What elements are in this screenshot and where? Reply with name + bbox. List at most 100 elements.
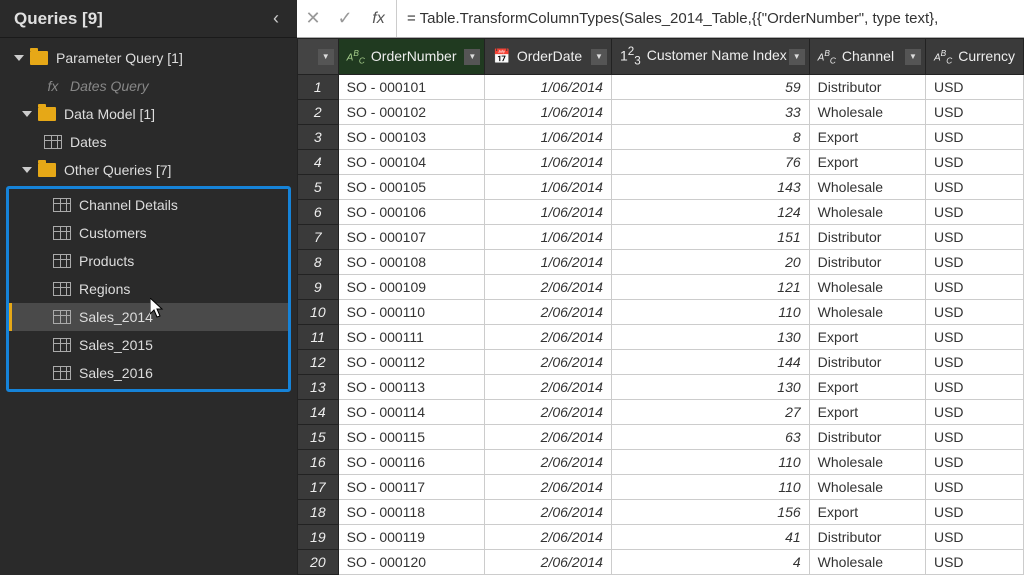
- cell-customer-index[interactable]: 20: [611, 250, 809, 275]
- table-row[interactable]: 2SO - 0001021/06/201433WholesaleUSD: [298, 100, 1024, 125]
- cell-order-number[interactable]: SO - 000111: [338, 325, 485, 350]
- cell-customer-index[interactable]: 8: [611, 125, 809, 150]
- query-products[interactable]: Products: [9, 247, 288, 275]
- group-parameter-query[interactable]: Parameter Query [1]: [0, 44, 297, 72]
- dropdown-icon[interactable]: ▼: [591, 49, 607, 65]
- cell-order-number[interactable]: SO - 000113: [338, 375, 485, 400]
- row-number[interactable]: 6: [298, 200, 339, 225]
- cell-currency[interactable]: USD: [925, 400, 1023, 425]
- row-number[interactable]: 16: [298, 450, 339, 475]
- cell-order-number[interactable]: SO - 000109: [338, 275, 485, 300]
- col-currency[interactable]: ABCCurrency: [925, 39, 1023, 75]
- cell-order-number[interactable]: SO - 000103: [338, 125, 485, 150]
- query-dates[interactable]: Dates: [0, 128, 297, 156]
- col-channel[interactable]: ABCChannel▼: [809, 39, 925, 75]
- table-row[interactable]: 1SO - 0001011/06/201459DistributorUSD: [298, 75, 1024, 100]
- table-row[interactable]: 13SO - 0001132/06/2014130ExportUSD: [298, 375, 1024, 400]
- cell-customer-index[interactable]: 156: [611, 500, 809, 525]
- cell-customer-index[interactable]: 76: [611, 150, 809, 175]
- table-row[interactable]: 17SO - 0001172/06/2014110WholesaleUSD: [298, 475, 1024, 500]
- cell-customer-index[interactable]: 124: [611, 200, 809, 225]
- table-row[interactable]: 18SO - 0001182/06/2014156ExportUSD: [298, 500, 1024, 525]
- cell-order-date[interactable]: 2/06/2014: [485, 550, 612, 575]
- cell-order-date[interactable]: 1/06/2014: [485, 200, 612, 225]
- cell-channel[interactable]: Distributor: [809, 350, 925, 375]
- row-number[interactable]: 17: [298, 475, 339, 500]
- table-row[interactable]: 20SO - 0001202/06/20144WholesaleUSD: [298, 550, 1024, 575]
- dropdown-icon[interactable]: ▼: [905, 49, 921, 65]
- cell-order-number[interactable]: SO - 000117: [338, 475, 485, 500]
- row-number[interactable]: 2: [298, 100, 339, 125]
- cell-customer-index[interactable]: 110: [611, 450, 809, 475]
- table-row[interactable]: 3SO - 0001031/06/20148ExportUSD: [298, 125, 1024, 150]
- cell-customer-index[interactable]: 59: [611, 75, 809, 100]
- row-header-corner[interactable]: ▼: [298, 39, 339, 75]
- table-row[interactable]: 10SO - 0001102/06/2014110WholesaleUSD: [298, 300, 1024, 325]
- cell-order-date[interactable]: 2/06/2014: [485, 500, 612, 525]
- row-number[interactable]: 1: [298, 75, 339, 100]
- cell-order-date[interactable]: 2/06/2014: [485, 425, 612, 450]
- row-number[interactable]: 19: [298, 525, 339, 550]
- group-data-model[interactable]: Data Model [1]: [0, 100, 297, 128]
- row-number[interactable]: 13: [298, 375, 339, 400]
- row-number[interactable]: 7: [298, 225, 339, 250]
- query-sales-2015[interactable]: Sales_2015: [9, 331, 288, 359]
- cell-order-date[interactable]: 1/06/2014: [485, 100, 612, 125]
- cell-channel[interactable]: Wholesale: [809, 300, 925, 325]
- cell-channel[interactable]: Distributor: [809, 75, 925, 100]
- cell-channel[interactable]: Distributor: [809, 225, 925, 250]
- table-row[interactable]: 14SO - 0001142/06/201427ExportUSD: [298, 400, 1024, 425]
- cell-order-date[interactable]: 2/06/2014: [485, 350, 612, 375]
- cell-channel[interactable]: Wholesale: [809, 100, 925, 125]
- cell-customer-index[interactable]: 144: [611, 350, 809, 375]
- cell-customer-index[interactable]: 110: [611, 300, 809, 325]
- cell-currency[interactable]: USD: [925, 225, 1023, 250]
- cell-order-number[interactable]: SO - 000115: [338, 425, 485, 450]
- cell-order-date[interactable]: 2/06/2014: [485, 400, 612, 425]
- cell-currency[interactable]: USD: [925, 325, 1023, 350]
- cell-order-number[interactable]: SO - 000112: [338, 350, 485, 375]
- row-number[interactable]: 10: [298, 300, 339, 325]
- cell-channel[interactable]: Distributor: [809, 425, 925, 450]
- cell-channel[interactable]: Export: [809, 375, 925, 400]
- cell-order-number[interactable]: SO - 000102: [338, 100, 485, 125]
- cell-channel[interactable]: Export: [809, 150, 925, 175]
- cell-customer-index[interactable]: 130: [611, 325, 809, 350]
- table-row[interactable]: 11SO - 0001112/06/2014130ExportUSD: [298, 325, 1024, 350]
- cell-order-date[interactable]: 1/06/2014: [485, 175, 612, 200]
- data-grid[interactable]: ▼ ABCOrderNumber▼ 📅OrderDate▼ 123Custome…: [297, 38, 1024, 575]
- cell-order-date[interactable]: 2/06/2014: [485, 525, 612, 550]
- cell-channel[interactable]: Wholesale: [809, 275, 925, 300]
- cell-order-number[interactable]: SO - 000119: [338, 525, 485, 550]
- row-number[interactable]: 9: [298, 275, 339, 300]
- cell-channel[interactable]: Wholesale: [809, 450, 925, 475]
- cell-order-number[interactable]: SO - 000114: [338, 400, 485, 425]
- formula-input[interactable]: = Table.TransformColumnTypes(Sales_2014_…: [397, 10, 1024, 27]
- cell-currency[interactable]: USD: [925, 200, 1023, 225]
- cell-customer-index[interactable]: 4: [611, 550, 809, 575]
- row-number[interactable]: 11: [298, 325, 339, 350]
- cell-order-date[interactable]: 2/06/2014: [485, 450, 612, 475]
- cell-currency[interactable]: USD: [925, 475, 1023, 500]
- table-row[interactable]: 8SO - 0001081/06/201420DistributorUSD: [298, 250, 1024, 275]
- row-number[interactable]: 8: [298, 250, 339, 275]
- dropdown-icon[interactable]: ▼: [464, 49, 480, 65]
- cell-currency[interactable]: USD: [925, 300, 1023, 325]
- row-number[interactable]: 18: [298, 500, 339, 525]
- table-row[interactable]: 12SO - 0001122/06/2014144DistributorUSD: [298, 350, 1024, 375]
- query-regions[interactable]: Regions: [9, 275, 288, 303]
- cell-order-number[interactable]: SO - 000107: [338, 225, 485, 250]
- cell-customer-index[interactable]: 121: [611, 275, 809, 300]
- collapse-icon[interactable]: ‹: [269, 8, 283, 29]
- cell-currency[interactable]: USD: [925, 75, 1023, 100]
- row-number[interactable]: 3: [298, 125, 339, 150]
- table-row[interactable]: 9SO - 0001092/06/2014121WholesaleUSD: [298, 275, 1024, 300]
- cell-customer-index[interactable]: 63: [611, 425, 809, 450]
- dropdown-icon[interactable]: ▼: [789, 49, 805, 65]
- cell-order-date[interactable]: 1/06/2014: [485, 250, 612, 275]
- row-number[interactable]: 12: [298, 350, 339, 375]
- fx-icon[interactable]: fx: [361, 0, 397, 37]
- cell-order-number[interactable]: SO - 000104: [338, 150, 485, 175]
- cell-order-number[interactable]: SO - 000101: [338, 75, 485, 100]
- table-row[interactable]: 6SO - 0001061/06/2014124WholesaleUSD: [298, 200, 1024, 225]
